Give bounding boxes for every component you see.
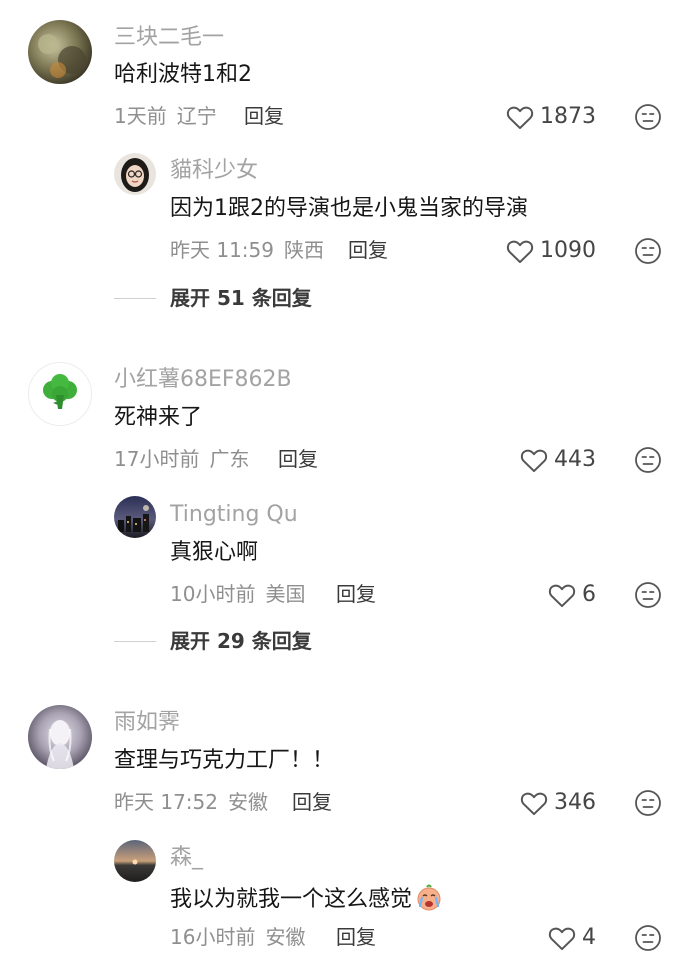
- comment-time: 昨天 17:52: [114, 790, 218, 814]
- username[interactable]: 三块二毛一: [114, 27, 224, 49]
- avatar[interactable]: [28, 705, 92, 769]
- heart-icon: [548, 584, 576, 608]
- like-count: 6: [582, 582, 596, 607]
- sunset-avatar-icon: [114, 840, 156, 882]
- reply-time: 10小时前: [170, 582, 256, 606]
- dislike-button[interactable]: [634, 789, 662, 817]
- reply-button[interactable]: 回复: [244, 106, 284, 126]
- comment-location: 辽宁: [176, 104, 217, 128]
- heart-icon: [506, 106, 534, 130]
- username[interactable]: 貓科少女: [170, 160, 258, 182]
- expand-divider: [114, 297, 156, 299]
- comment-meta: 1天前 辽宁: [114, 106, 217, 126]
- expand-divider: [114, 640, 156, 642]
- comment-time: 17小时前: [114, 447, 200, 471]
- reply-meta: 16小时前 安徽: [170, 927, 305, 947]
- expand-replies-label: 展开 51 条回复: [170, 286, 312, 310]
- reply-text: 因为1跟2的导演也是小鬼当家的导演: [170, 196, 528, 221]
- reply-text: 我以为就我一个这么感觉: [170, 884, 444, 917]
- reply-meta: 10小时前 美国: [170, 584, 305, 604]
- like-button[interactable]: 6: [548, 580, 596, 610]
- reply-location: 安徽: [265, 925, 306, 949]
- reply-meta: 昨天 11:59 陕西: [170, 240, 324, 260]
- dislike-button[interactable]: [634, 446, 662, 474]
- neutral-face-icon: [635, 238, 661, 264]
- avatar[interactable]: [114, 153, 156, 195]
- username[interactable]: 雨如霁: [114, 712, 180, 734]
- like-count: 443: [554, 447, 596, 472]
- like-count: 346: [554, 790, 596, 815]
- dislike-button[interactable]: [634, 237, 662, 265]
- green-broccoli-avatar-icon: [29, 363, 91, 425]
- like-button[interactable]: 4: [548, 923, 596, 953]
- username[interactable]: 小红薯68EF862B: [114, 369, 292, 391]
- comment-text: 死神来了: [114, 405, 203, 430]
- comment-location: 广东: [209, 447, 250, 471]
- reply-button[interactable]: 回复: [336, 927, 376, 947]
- crying-face-emoji-icon: [414, 884, 444, 917]
- landscape-photo-avatar-icon: [28, 20, 92, 84]
- reply-button[interactable]: 回复: [292, 792, 332, 812]
- like-count: 1873: [540, 104, 596, 129]
- comment-time: 1天前: [114, 104, 167, 128]
- avatar[interactable]: [114, 840, 156, 882]
- username[interactable]: Tingting Qu: [170, 504, 298, 526]
- neutral-face-icon: [635, 925, 661, 951]
- avatar[interactable]: [28, 362, 92, 426]
- heart-icon: [520, 792, 548, 816]
- dislike-button[interactable]: [634, 103, 662, 131]
- like-button[interactable]: 443: [520, 445, 596, 475]
- like-button[interactable]: 346: [520, 788, 596, 818]
- dislike-button[interactable]: [634, 581, 662, 609]
- reply-location: 美国: [265, 582, 306, 606]
- like-count: 4: [582, 925, 596, 950]
- reply-button[interactable]: 回复: [278, 449, 318, 469]
- expand-replies-button[interactable]: 展开 29 条回复: [114, 631, 312, 651]
- like-button[interactable]: 1873: [506, 102, 596, 132]
- woman-glasses-avatar-icon: [114, 153, 156, 195]
- reply-text: 真狠心啊: [170, 540, 259, 565]
- avatar[interactable]: [114, 496, 156, 538]
- expand-replies-label: 展开 29 条回复: [170, 629, 312, 653]
- neutral-face-icon: [635, 447, 661, 473]
- like-button[interactable]: 1090: [506, 236, 596, 266]
- like-count: 1090: [540, 238, 596, 263]
- comment-text: 查理与巧克力工厂！！: [114, 748, 335, 773]
- avatar[interactable]: [28, 20, 92, 84]
- city-night-avatar-icon: [114, 496, 156, 538]
- neutral-face-icon: [635, 790, 661, 816]
- comment-meta: 17小时前 广东: [114, 449, 249, 469]
- reply-time: 昨天 11:59: [170, 238, 274, 262]
- neutral-face-icon: [635, 582, 661, 608]
- heart-icon: [548, 927, 576, 951]
- dislike-button[interactable]: [634, 924, 662, 952]
- ghost-figure-avatar-icon: [28, 705, 92, 769]
- expand-replies-button[interactable]: 展开 51 条回复: [114, 288, 312, 308]
- neutral-face-icon: [635, 104, 661, 130]
- comment-text: 哈利波特1和2: [114, 62, 252, 87]
- reply-time: 16小时前: [170, 925, 256, 949]
- reply-button[interactable]: 回复: [348, 240, 388, 260]
- reply-button[interactable]: 回复: [336, 584, 376, 604]
- comment-meta: 昨天 17:52 安徽: [114, 792, 268, 812]
- reply-text-content: 我以为就我一个这么感觉: [170, 887, 413, 912]
- heart-icon: [506, 240, 534, 264]
- comment-location: 安徽: [228, 790, 268, 814]
- username[interactable]: 森_: [170, 847, 203, 869]
- heart-icon: [520, 449, 548, 473]
- reply-location: 陕西: [284, 238, 324, 262]
